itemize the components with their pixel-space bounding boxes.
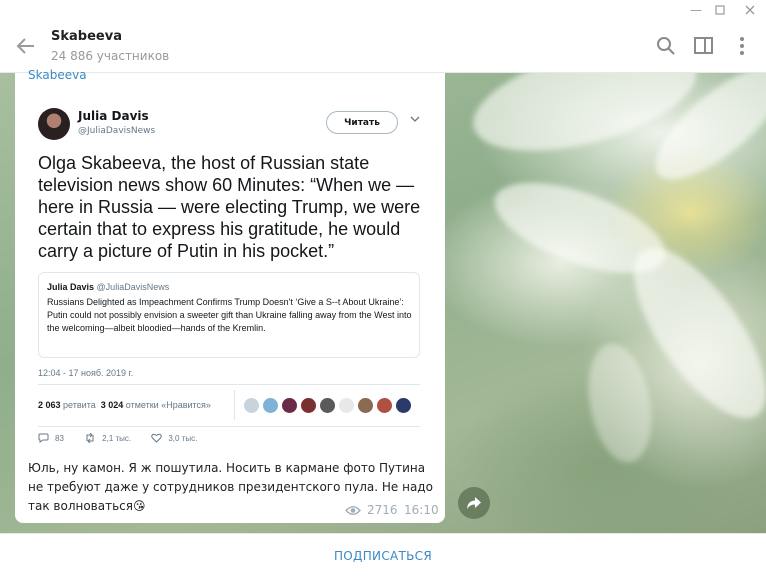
- tweet-author: Julia Davis: [78, 109, 149, 123]
- chevron-down-icon: [410, 116, 420, 126]
- search-icon[interactable]: [655, 35, 677, 57]
- retweets-count: 2 063: [38, 400, 61, 410]
- retweet-icon: [86, 433, 94, 443]
- liker-avatar: [339, 398, 354, 413]
- avatar: [38, 108, 70, 140]
- tweet-stats: 2 063 ретвита 3 024 отметки «Нравится»: [38, 400, 211, 410]
- tweet-actions: 83 2,1 тыс. 3,0 тыс.: [38, 433, 215, 445]
- share-button[interactable]: [458, 487, 490, 519]
- quoted-handle: @JuliaDavisNews: [96, 282, 170, 292]
- liker-avatar: [358, 398, 373, 413]
- views-counter: 2716: [345, 503, 398, 517]
- reply-action: 83: [38, 433, 64, 443]
- reply-icon: [38, 433, 49, 443]
- reply-count: 83: [55, 433, 64, 443]
- quoted-author: Julia Davis: [47, 282, 95, 292]
- tweet-timestamp: 12:04 - 17 нояб. 2019 г.: [38, 368, 134, 378]
- message-time: 16:10: [404, 503, 439, 517]
- sender-name[interactable]: Skabeeva: [28, 68, 87, 82]
- liker-avatar: [244, 398, 259, 413]
- quoted-tweet-header: Julia Davis @JuliaDavisNews: [47, 282, 169, 292]
- retweets-label: ретвита: [63, 400, 96, 410]
- tweet-text: Olga Skabeeva, the host of Russian state…: [38, 153, 421, 261]
- back-arrow-icon[interactable]: [14, 34, 38, 58]
- retweet-action-count: 2,1 тыс.: [102, 433, 132, 443]
- like-action-count: 3,0 тыс.: [168, 433, 198, 443]
- eye-icon: [345, 505, 361, 515]
- quoted-text: Russians Delighted as Impeachment Confir…: [47, 297, 412, 333]
- liker-avatar: [396, 398, 411, 413]
- views-count: 2716: [367, 503, 398, 517]
- liker-avatar: [377, 398, 392, 413]
- chat-title[interactable]: Skabeeva: [51, 29, 122, 44]
- divider: [38, 426, 420, 427]
- liker-avatar: [320, 398, 335, 413]
- minimize-icon[interactable]: —: [684, 0, 708, 20]
- tweet-handle: @JuliaDavisNews: [78, 126, 156, 136]
- sidebar-toggle-icon[interactable]: [693, 35, 715, 57]
- quoted-tweet: Julia Davis @JuliaDavisNews Russians Del…: [38, 272, 420, 358]
- share-arrow-icon: [467, 497, 481, 509]
- subscribe-button[interactable]: ПОДПИСАТЬСЯ: [0, 549, 766, 563]
- follow-button: Читать: [326, 111, 398, 134]
- liker-avatar: [263, 398, 278, 413]
- more-menu-icon[interactable]: [731, 35, 753, 57]
- tweet-screenshot[interactable]: Julia Davis @JuliaDavisNews Читать Olga …: [22, 96, 436, 452]
- liker-avatar: [301, 398, 316, 413]
- member-count: 24 886 участников: [51, 49, 170, 63]
- close-window-icon[interactable]: [738, 0, 762, 20]
- bottom-bar: ПОДПИСАТЬСЯ: [0, 533, 766, 578]
- retweet-action: 2,1 тыс.: [84, 433, 131, 443]
- chat-header: Skabeeva 24 886 участников: [0, 20, 766, 73]
- heart-icon: [151, 433, 163, 443]
- divider: [234, 390, 235, 420]
- likes-label: отметки «Нравится»: [125, 400, 211, 410]
- maximize-icon[interactable]: [708, 0, 732, 20]
- divider: [38, 384, 420, 385]
- like-action: 3,0 тыс.: [151, 433, 197, 443]
- likes-count: 3 024: [100, 400, 124, 410]
- window-titlebar: —: [0, 0, 766, 20]
- liker-avatar: [282, 398, 297, 413]
